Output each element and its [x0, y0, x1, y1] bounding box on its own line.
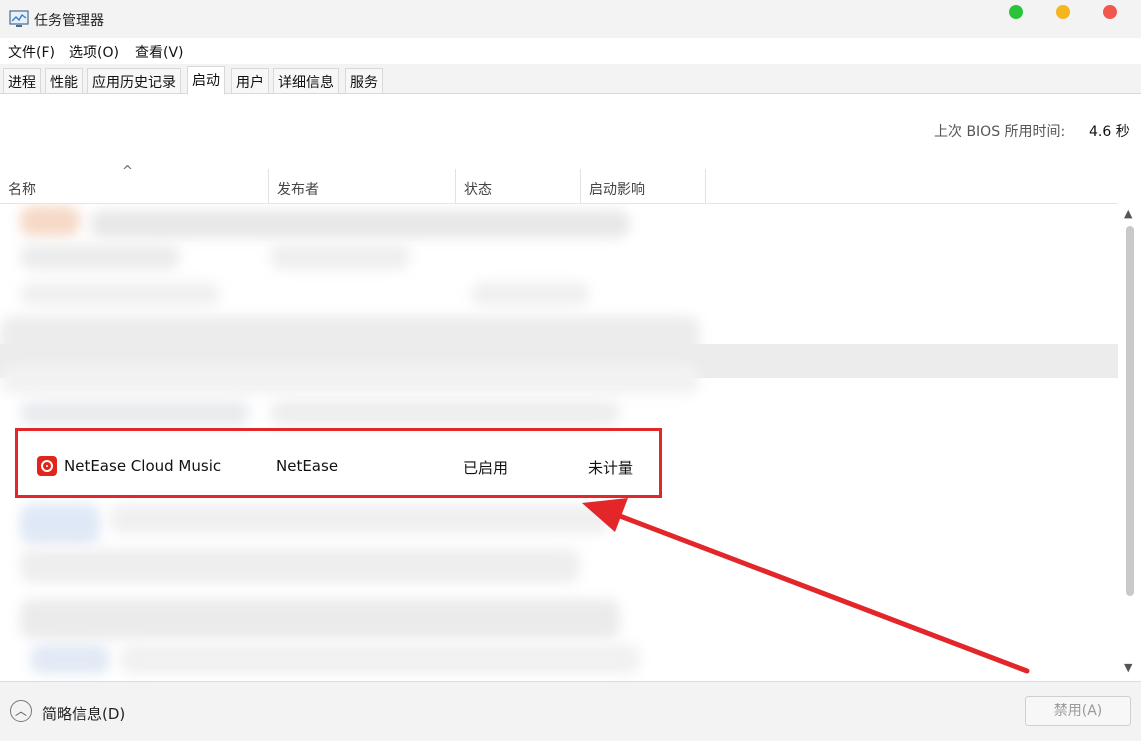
tab-services[interactable]: 服务 [345, 68, 383, 94]
footer-bar: ︿ 简略信息(D) 禁用(A) [0, 681, 1141, 741]
column-header-status-label: 状态 [464, 182, 492, 198]
blurred-row [20, 206, 80, 236]
blurred-row [20, 549, 580, 583]
column-header-status[interactable]: 状态 [456, 169, 581, 204]
tab-bar: 进程 性能 应用历史记录 启动 用户 详细信息 服务 [0, 64, 1141, 95]
disable-button[interactable]: 禁用(A) [1025, 696, 1131, 726]
blurred-row [20, 400, 250, 426]
annotation-highlight-box [15, 428, 662, 498]
minimize-button[interactable] [1056, 5, 1070, 19]
column-header-impact-label: 启动影响 [589, 182, 645, 198]
tab-users[interactable]: 用户 [231, 68, 269, 94]
menu-bar: 文件(F) 选项(O) 查看(V) [0, 38, 1141, 64]
fewer-details-link[interactable]: 简略信息(D) [42, 703, 125, 724]
blurred-row [20, 599, 620, 639]
tab-startup[interactable]: 启动 [187, 66, 225, 95]
chevron-up-icon[interactable]: ︿ [10, 700, 32, 722]
maximize-button[interactable] [1009, 5, 1023, 19]
tab-app-history[interactable]: 应用历史记录 [87, 68, 181, 94]
column-header-publisher[interactable]: 发布者 [269, 169, 456, 204]
blurred-row [30, 644, 110, 674]
vertical-scrollbar[interactable]: ▲ ▼ [1120, 204, 1141, 680]
tab-performance[interactable]: 性能 [45, 68, 83, 94]
blurred-row [270, 400, 620, 426]
scroll-up-icon[interactable]: ▲ [1124, 207, 1132, 220]
scroll-down-icon[interactable]: ▼ [1124, 661, 1132, 674]
menu-view[interactable]: 查看(V) [135, 42, 184, 62]
blurred-row [110, 504, 610, 534]
blurred-row [0, 364, 700, 394]
scroll-thumb[interactable] [1126, 226, 1134, 596]
task-manager-icon [9, 10, 29, 27]
bios-time-label: 上次 BIOS 所用时间: [934, 124, 1066, 140]
blurred-row [20, 504, 100, 544]
blurred-row [0, 316, 700, 356]
window-title: 任务管理器 [34, 13, 104, 29]
blurred-row [470, 282, 590, 306]
blurred-row [20, 282, 220, 306]
tab-processes[interactable]: 进程 [3, 68, 41, 94]
close-button[interactable] [1103, 5, 1117, 19]
column-header-name[interactable]: 名称 [0, 169, 269, 204]
column-header-name-label: 名称 [8, 182, 36, 198]
bios-time-value: 4.6 秒 [1089, 124, 1130, 140]
blurred-row [120, 644, 640, 674]
column-header-publisher-label: 发布者 [277, 182, 319, 198]
title-bar: 任务管理器 [0, 0, 1141, 38]
menu-file[interactable]: 文件(F) [8, 42, 55, 62]
column-header-impact[interactable]: 启动影响 [581, 169, 706, 204]
tab-details[interactable]: 详细信息 [273, 68, 339, 94]
blurred-row [20, 244, 180, 270]
blurred-row [270, 244, 410, 270]
menu-options[interactable]: 选项(O) [69, 42, 119, 62]
blurred-row [90, 210, 630, 238]
